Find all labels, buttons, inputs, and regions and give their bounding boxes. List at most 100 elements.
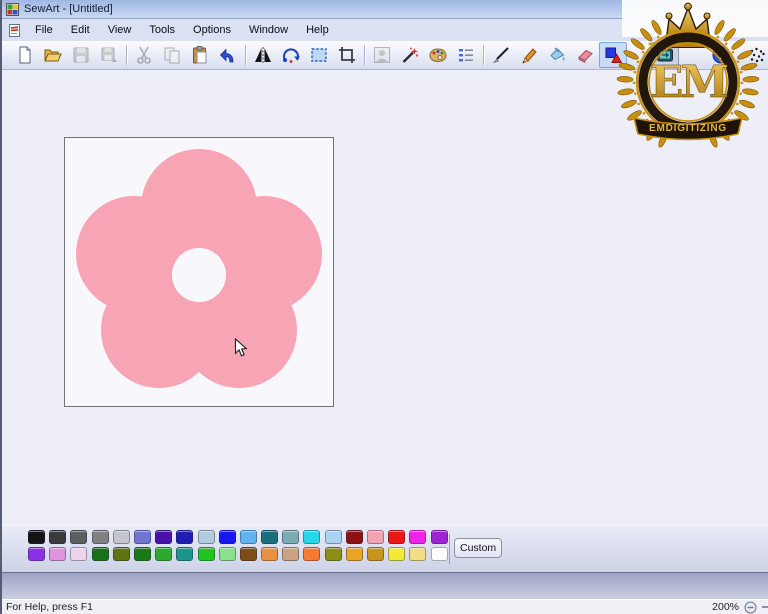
- color-swatch[interactable]: [70, 547, 87, 561]
- portrait-button[interactable]: [368, 42, 396, 68]
- color-swatch[interactable]: [325, 530, 342, 544]
- color-swatch[interactable]: [113, 547, 130, 561]
- menu-item-view[interactable]: View: [99, 21, 141, 39]
- stipple-icon: [747, 45, 767, 65]
- toolbar-separator: [483, 45, 484, 65]
- menu-item-window[interactable]: Window: [240, 21, 297, 39]
- status-bar: For Help, press F1 200%: [2, 599, 768, 614]
- color-swatch[interactable]: [325, 547, 342, 561]
- color-swatch[interactable]: [28, 547, 45, 561]
- undo-button[interactable]: [214, 42, 242, 68]
- menu-item-edit[interactable]: Edit: [62, 21, 99, 39]
- crop-button[interactable]: [333, 42, 361, 68]
- drawing-canvas[interactable]: [64, 137, 334, 407]
- color-swatch[interactable]: [176, 530, 193, 544]
- stipple-button[interactable]: [743, 42, 768, 68]
- paste-button[interactable]: [186, 42, 214, 68]
- marquee-icon: [309, 45, 329, 65]
- help-button[interactable]: ?: [707, 42, 735, 68]
- color-palette-bar: Custom: [2, 525, 768, 572]
- color-swatch[interactable]: [198, 547, 215, 561]
- color-swatch[interactable]: [113, 530, 130, 544]
- color-swatch[interactable]: [282, 547, 299, 561]
- shapes-tool-button[interactable]: [599, 42, 627, 68]
- color-swatch[interactable]: [28, 530, 45, 544]
- color-swatch[interactable]: [198, 530, 215, 544]
- menu-item-file[interactable]: File: [26, 21, 62, 39]
- color-swatch[interactable]: [155, 530, 172, 544]
- color-palette-button[interactable]: [424, 42, 452, 68]
- color-swatch[interactable]: [409, 530, 426, 544]
- eraser-tool-button[interactable]: [571, 42, 599, 68]
- color-swatch[interactable]: [431, 530, 448, 544]
- title-bar: SewArt - [Untitled]: [2, 0, 768, 19]
- color-swatch[interactable]: [367, 547, 384, 561]
- app-window: SewArt - [Untitled] FileEditViewToolsOpt…: [0, 0, 768, 614]
- zoom-out-icon[interactable]: [744, 601, 757, 614]
- color-swatch[interactable]: [388, 530, 405, 544]
- custom-color-button[interactable]: Custom: [454, 538, 502, 558]
- flower-center-hole: [172, 248, 226, 302]
- resize-button[interactable]: [651, 42, 679, 68]
- color-swatch[interactable]: [92, 547, 109, 561]
- scissors-icon: [134, 45, 154, 65]
- paint-bucket-icon: [547, 45, 567, 65]
- select-region-button[interactable]: [305, 42, 333, 68]
- color-swatch[interactable]: [49, 547, 66, 561]
- flip-button[interactable]: [249, 42, 277, 68]
- color-swatch[interactable]: [303, 530, 320, 544]
- color-swatch[interactable]: [240, 530, 257, 544]
- menu-item-tools[interactable]: Tools: [140, 21, 184, 39]
- save-as-button[interactable]: [95, 42, 123, 68]
- color-swatch[interactable]: [219, 530, 236, 544]
- color-swatch[interactable]: [176, 547, 193, 561]
- pen-tool-button[interactable]: [515, 42, 543, 68]
- status-help-text: For Help, press F1: [6, 601, 93, 613]
- color-swatch[interactable]: [240, 547, 257, 561]
- color-swatch[interactable]: [70, 530, 87, 544]
- new-button[interactable]: [11, 42, 39, 68]
- color-swatch[interactable]: [261, 530, 278, 544]
- color-swatch[interactable]: [346, 530, 363, 544]
- fill-tool-button[interactable]: [543, 42, 571, 68]
- toolbar: ?: [2, 41, 768, 70]
- color-swatch[interactable]: [219, 547, 236, 561]
- color-swatch[interactable]: [155, 547, 172, 561]
- save-button[interactable]: [67, 42, 95, 68]
- color-swatch[interactable]: [134, 547, 151, 561]
- color-swatch[interactable]: [367, 530, 384, 544]
- color-swatch[interactable]: [346, 547, 363, 561]
- color-swatch[interactable]: [388, 547, 405, 561]
- menu-bar-items: FileEditViewToolsOptionsWindowHelp: [26, 21, 338, 39]
- color-swatch[interactable]: [409, 547, 426, 561]
- line-tool-button[interactable]: [487, 42, 515, 68]
- open-folder-icon: [43, 45, 63, 65]
- palette-separator: [449, 534, 450, 564]
- menu-item-options[interactable]: Options: [184, 21, 240, 39]
- menu-item-help[interactable]: Help: [297, 21, 338, 39]
- resize-icon: [655, 45, 675, 65]
- rotate-button[interactable]: [277, 42, 305, 68]
- document-icon: [7, 23, 22, 38]
- zoom-level: 200%: [712, 601, 739, 613]
- color-swatch[interactable]: [303, 547, 320, 561]
- copy-icon: [162, 45, 182, 65]
- magic-wand-button[interactable]: [396, 42, 424, 68]
- copy-button[interactable]: [158, 42, 186, 68]
- save-as-icon: [99, 45, 119, 65]
- color-swatch[interactable]: [261, 547, 278, 561]
- cut-button[interactable]: [130, 42, 158, 68]
- color-swatch[interactable]: [49, 530, 66, 544]
- color-swatch[interactable]: [92, 530, 109, 544]
- color-swatch[interactable]: [282, 530, 299, 544]
- color-swatch[interactable]: [431, 547, 448, 561]
- clipboard-icon: [190, 45, 210, 65]
- magic-wand-icon: [400, 45, 420, 65]
- toolbar-separator: [126, 45, 127, 65]
- stitch-params-button[interactable]: [452, 42, 480, 68]
- color-swatch[interactable]: [134, 530, 151, 544]
- workspace[interactable]: [2, 70, 768, 525]
- zoom-slider[interactable]: [762, 606, 768, 608]
- palette-icon: [428, 45, 448, 65]
- open-button[interactable]: [39, 42, 67, 68]
